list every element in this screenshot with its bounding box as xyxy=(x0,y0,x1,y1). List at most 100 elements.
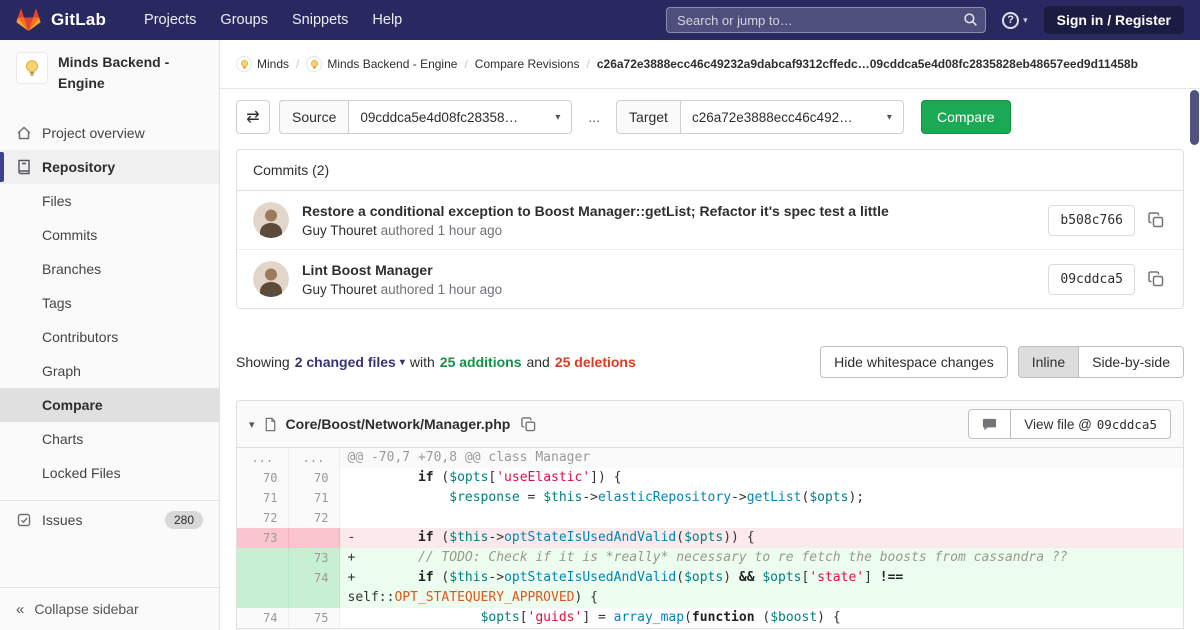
compare-button[interactable]: Compare xyxy=(920,100,1011,134)
sidebar-item-charts[interactable]: Charts xyxy=(0,422,219,456)
deletions-count: 25 deletions xyxy=(554,354,636,370)
sidebar-item-compare[interactable]: Compare xyxy=(0,388,219,422)
diff-stats-bar: Showing 2 changed files ▾ with 25 additi… xyxy=(236,346,1184,378)
diff-code-cell: @@ -70,7 +70,8 @@ class Manager xyxy=(339,448,1183,468)
collapse-sidebar-button[interactable]: « Collapse sidebar xyxy=(0,587,219,630)
sign-in-button[interactable]: Sign in / Register xyxy=(1043,6,1184,34)
chevron-down-icon: ▾ xyxy=(555,111,561,123)
commit-actions: 09cddca5 xyxy=(1048,263,1167,295)
swap-revisions-button[interactable]: ⇄ xyxy=(236,100,270,134)
diff-view-controls: Hide whitespace changes Inline Side-by-s… xyxy=(820,346,1184,378)
commit-info: Restore a conditional exception to Boost… xyxy=(302,203,889,238)
sidebar-item-project-overview[interactable]: Project overview xyxy=(0,116,219,150)
search-input[interactable] xyxy=(666,7,987,33)
copy-commit-sha-button[interactable] xyxy=(1145,209,1167,231)
sidebar-item-commits[interactable]: Commits xyxy=(0,218,219,252)
line-number[interactable]: 71 xyxy=(237,488,289,508)
comment-icon xyxy=(983,418,997,430)
commit-title-link[interactable]: Lint Boost Manager xyxy=(302,262,502,278)
collapse-icon: « xyxy=(16,600,25,618)
line-number[interactable]: 70 xyxy=(288,468,340,488)
nav-projects[interactable]: Projects xyxy=(132,12,208,28)
target-ref-dropdown[interactable]: c26a72e3888ecc46c492… ▾ xyxy=(679,100,904,134)
hide-whitespace-button[interactable]: Hide whitespace changes xyxy=(820,346,1008,378)
sidebar-item-repository[interactable]: Repository xyxy=(0,150,219,184)
line-number[interactable]: 73 xyxy=(288,548,340,568)
sidebar-item-contributors[interactable]: Contributors xyxy=(0,320,219,354)
repository-icon xyxy=(18,159,30,175)
sidebar-item-branches[interactable]: Branches xyxy=(0,252,219,286)
line-number[interactable]: 72 xyxy=(237,508,289,528)
commit-author-link[interactable]: Guy Thouret xyxy=(302,282,377,297)
sidebar-item-tags[interactable]: Tags xyxy=(0,286,219,320)
nav-groups[interactable]: Groups xyxy=(208,12,280,28)
chevron-down-icon: ▾ xyxy=(886,111,892,123)
breadcrumb-label: Minds Backend - Engine xyxy=(327,57,458,71)
commit-meta: Guy Thouret authored 1 hour ago xyxy=(302,223,889,238)
commit-sha-button[interactable]: 09cddca5 xyxy=(1048,263,1135,295)
commit-authored-ago: authored 1 hour ago xyxy=(380,281,503,297)
copy-file-path-button[interactable] xyxy=(518,414,539,435)
commit-sha-button[interactable]: b508c766 xyxy=(1048,204,1135,236)
line-number[interactable]: 74 xyxy=(237,608,289,628)
commit-actions: b508c766 xyxy=(1048,204,1167,236)
and-label: and xyxy=(526,354,550,370)
changed-files-label: 2 changed files xyxy=(294,354,396,370)
sidebar-item-files[interactable]: Files xyxy=(0,184,219,218)
toggle-comments-button[interactable] xyxy=(968,409,1012,439)
diff-table: ...... @@ -70,7 +70,8 @@ class Manager 70 7… xyxy=(237,448,1183,628)
inline-view-button[interactable]: Inline xyxy=(1017,346,1080,378)
file-path[interactable]: Core/Boost/Network/Manager.php xyxy=(286,416,511,432)
project-avatar xyxy=(16,52,48,84)
line-number[interactable]: 75 xyxy=(288,608,340,628)
commit-meta: Guy Thouret authored 1 hour ago xyxy=(302,282,502,297)
line-number[interactable]: 73 xyxy=(237,528,289,548)
collapse-diff-caret-icon[interactable]: ▾ xyxy=(249,418,255,431)
scrollbar-thumb[interactable] xyxy=(1190,90,1199,145)
line-number[interactable]: 71 xyxy=(288,488,340,508)
nav-snippets[interactable]: Snippets xyxy=(280,12,360,28)
diff-table-body: ...... @@ -70,7 +70,8 @@ class Manager 70 7… xyxy=(237,448,1183,628)
target-label: Target xyxy=(616,100,680,134)
source-label: Source xyxy=(279,100,349,134)
author-avatar[interactable] xyxy=(253,261,289,297)
gitlab-logo[interactable]: GitLab xyxy=(16,8,106,32)
changed-files-dropdown[interactable]: 2 changed files ▾ xyxy=(295,354,405,370)
diff-line-del: 73 - if ($this->optStateIsUsedAndValid($o… xyxy=(237,528,1183,548)
side-by-side-view-button[interactable]: Side-by-side xyxy=(1078,346,1184,378)
source-ref-dropdown[interactable]: 09cddca5e4d08fc28358… ▾ xyxy=(348,100,573,134)
copy-commit-sha-button[interactable] xyxy=(1145,268,1167,290)
line-number[interactable]: 70 xyxy=(237,468,289,488)
diff-code-cell: + // TODO: Check if it is *really* neces… xyxy=(339,548,1183,568)
file-actions: View file @ 09cddca5 xyxy=(968,409,1171,439)
author-avatar[interactable] xyxy=(253,202,289,238)
nav-help[interactable]: Help xyxy=(360,12,414,28)
breadcrumb-project[interactable]: Minds Backend - Engine xyxy=(306,56,457,72)
breadcrumb-compare-revisions[interactable]: Compare Revisions xyxy=(475,57,580,71)
commit-title-link[interactable]: Restore a conditional exception to Boost… xyxy=(302,203,889,219)
sidebar-item-issues[interactable]: Issues 280 xyxy=(0,500,219,539)
sidebar-item-graph[interactable]: Graph xyxy=(0,354,219,388)
project-sidebar: Minds Backend - Engine Project overview … xyxy=(0,40,220,630)
line-number[interactable] xyxy=(237,548,289,568)
help-dropdown[interactable]: ? ▾ xyxy=(1002,11,1028,29)
line-number[interactable]: ... xyxy=(288,448,340,468)
caret-down-icon: ▾ xyxy=(399,356,405,368)
search-icon xyxy=(964,13,977,26)
view-file-button[interactable]: View file @ 09cddca5 xyxy=(1010,409,1171,439)
project-context-header[interactable]: Minds Backend - Engine xyxy=(0,40,219,110)
tanuki-icon xyxy=(16,8,41,31)
project-avatar-small xyxy=(306,56,323,72)
line-number[interactable]: ... xyxy=(237,448,289,468)
line-number[interactable]: 72 xyxy=(288,508,340,528)
diff-file-header: ▾ Core/Boost/Network/Manager.php View fi… xyxy=(237,401,1183,448)
diff-code-cell: + if ($this->optStateIsUsedAndValid($opt… xyxy=(339,568,1183,608)
line-number[interactable] xyxy=(288,528,340,548)
commit-author-link[interactable]: Guy Thouret xyxy=(302,223,377,238)
person-avatar-image xyxy=(253,261,289,297)
view-file-label: View file @ xyxy=(1024,416,1092,432)
line-number[interactable] xyxy=(237,568,289,608)
breadcrumb-group[interactable]: Minds xyxy=(236,56,289,72)
line-number[interactable]: 74 xyxy=(288,568,340,608)
sidebar-item-locked-files[interactable]: Locked Files xyxy=(0,456,219,490)
